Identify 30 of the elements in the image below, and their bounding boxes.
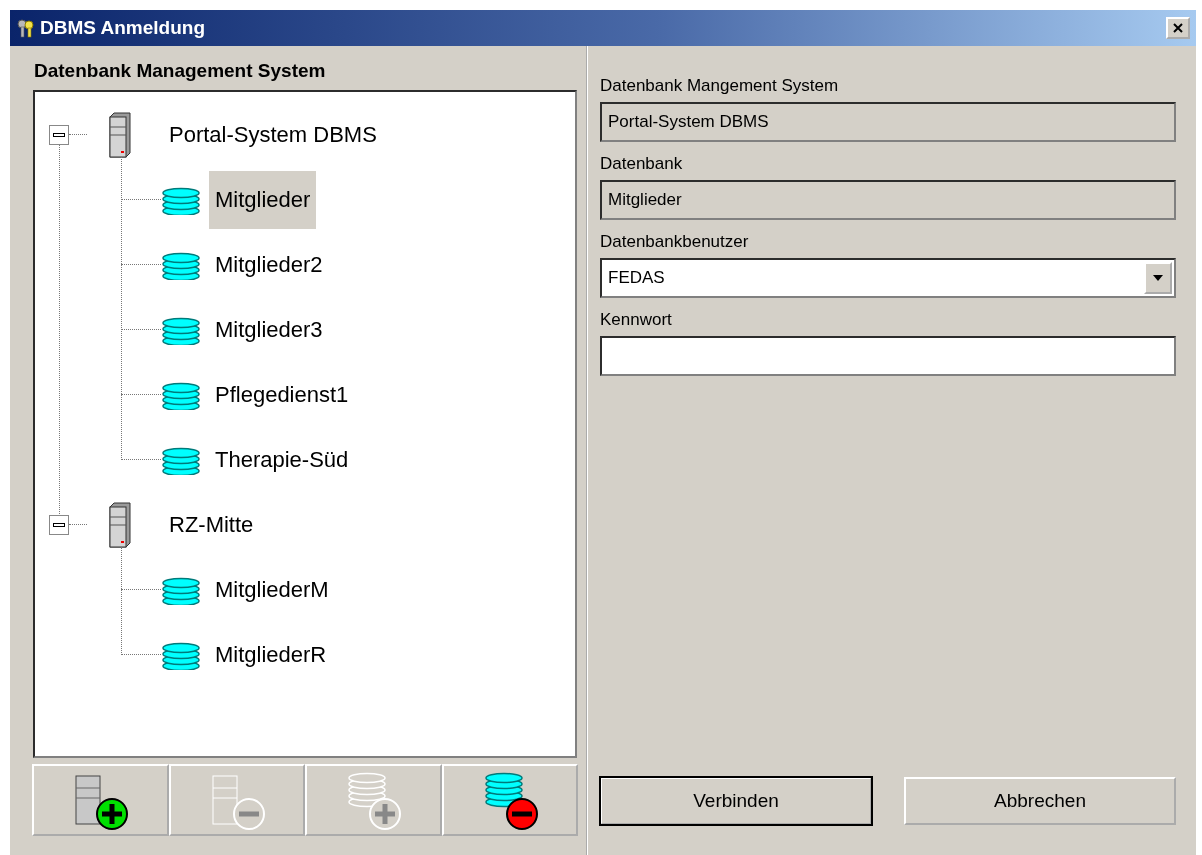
- tree-item[interactable]: Mitglieder2: [209, 235, 329, 294]
- dialog-button[interactable]: Abbrechen: [904, 777, 1176, 825]
- readonly-field: Mitglieder: [600, 180, 1176, 220]
- readonly-field: Portal-System DBMS: [600, 102, 1176, 142]
- panel-heading: Datenbank Management System: [34, 60, 327, 82]
- server-icon: [107, 500, 133, 549]
- tree-item[interactable]: RZ-Mitte: [163, 495, 260, 554]
- field-label: Datenbankbenutzer: [600, 232, 750, 252]
- password-field[interactable]: [600, 336, 1176, 376]
- field-label: Datenbank Mangement System: [600, 76, 840, 96]
- dropdown-field[interactable]: FEDAS: [600, 258, 1176, 298]
- window-title: DBMS Anmeldung: [40, 17, 206, 39]
- tree-item[interactable]: Pflegedienst1: [209, 365, 355, 424]
- tree-item[interactable]: MitgliederR: [209, 625, 333, 684]
- toolbar-button[interactable]: [441, 764, 578, 836]
- close-icon: [1173, 23, 1183, 33]
- collapse-toggle[interactable]: [49, 514, 69, 535]
- close-button[interactable]: [1166, 17, 1190, 39]
- collapse-toggle[interactable]: [49, 124, 69, 145]
- tree-item[interactable]: Mitglieder3: [209, 300, 329, 359]
- server-icon: [107, 110, 133, 159]
- field-label: Datenbank: [600, 154, 684, 174]
- field-label: Kennwort: [600, 310, 673, 330]
- keys-icon: [16, 18, 36, 38]
- tree-item[interactable]: Mitglieder: [209, 170, 317, 229]
- tree-item[interactable]: MitgliederM: [209, 560, 335, 619]
- dialog-button[interactable]: Verbinden: [600, 777, 872, 825]
- toolbar-button[interactable]: [32, 764, 169, 836]
- tree-item[interactable]: Portal-System DBMS: [163, 105, 383, 164]
- tree-item[interactable]: Therapie-Süd: [209, 430, 355, 489]
